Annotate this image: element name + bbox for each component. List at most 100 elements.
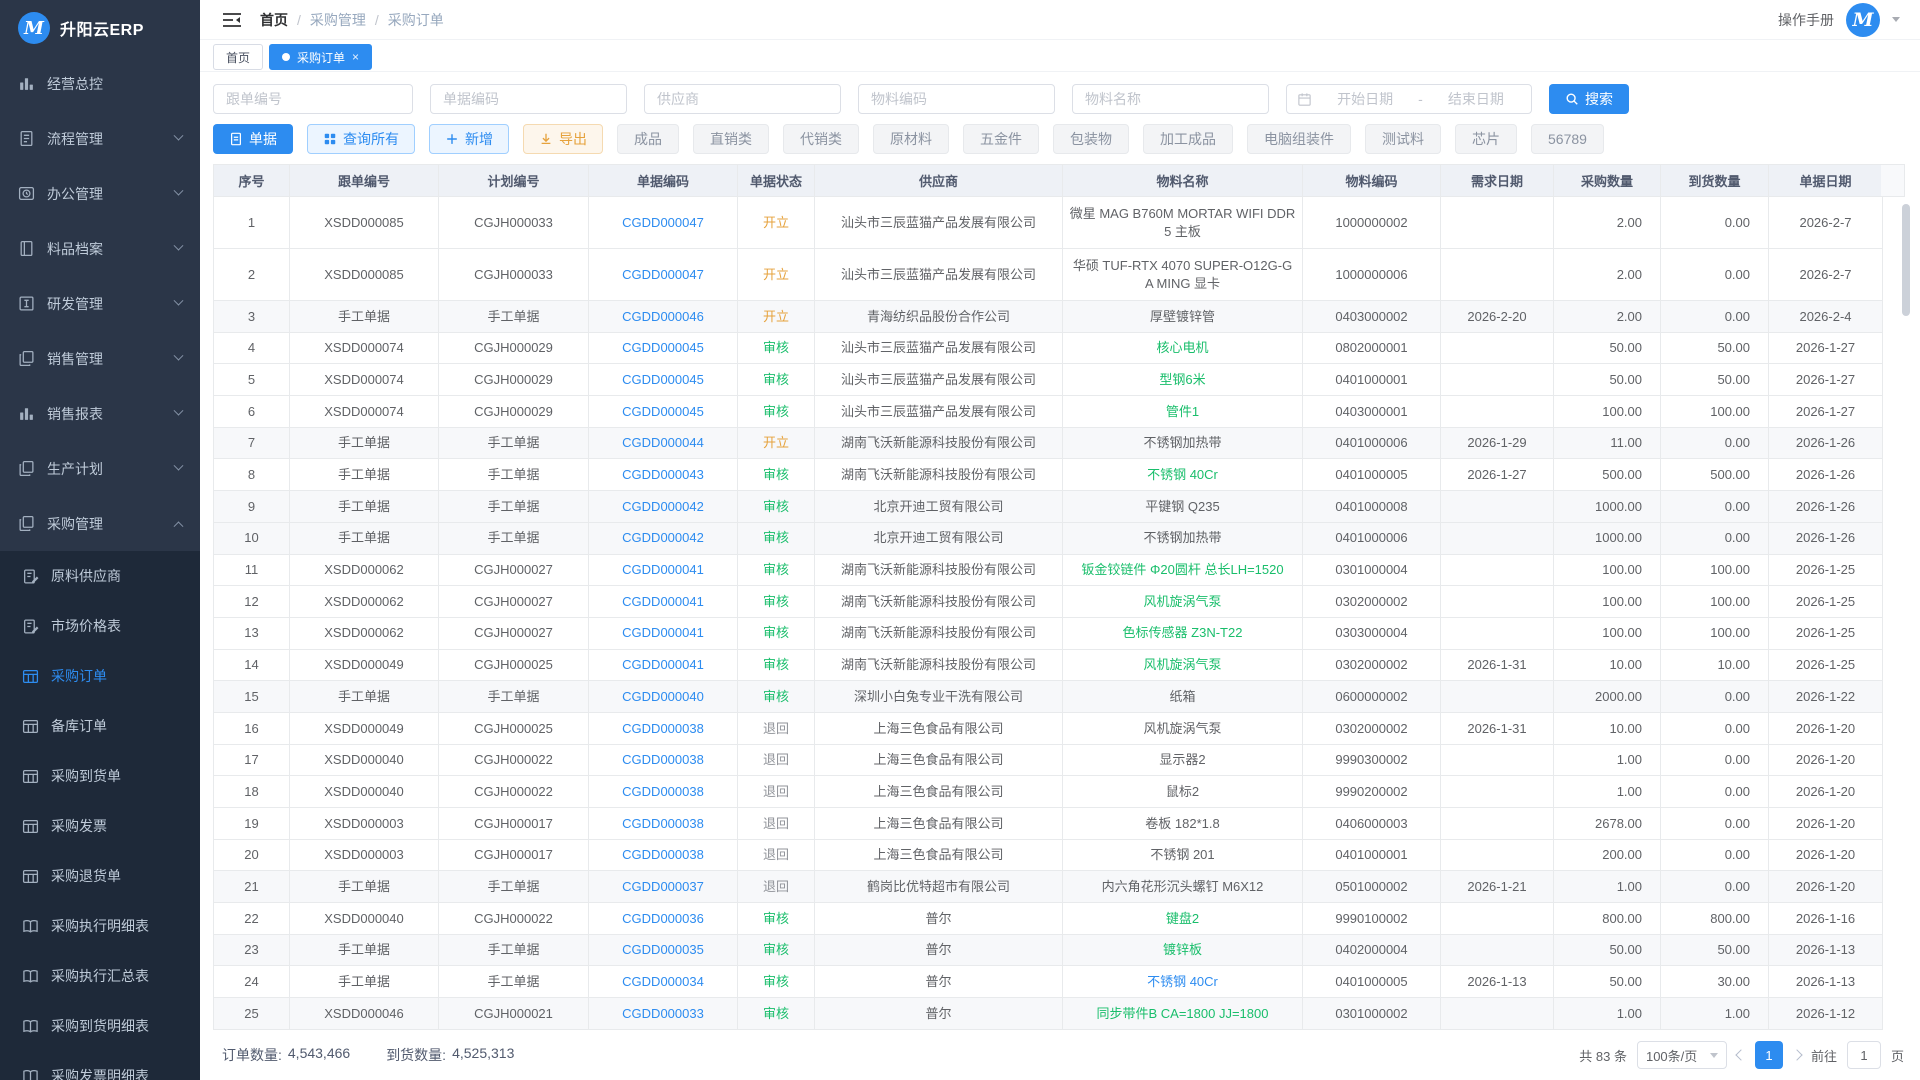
- cell-doc-date: 2026-1-27: [1769, 364, 1883, 396]
- doc-code-link[interactable]: CGDD000040: [622, 689, 704, 704]
- export-button[interactable]: 导出: [523, 124, 603, 154]
- user-avatar[interactable]: M: [1846, 3, 1880, 37]
- sidebar-item-sales-report[interactable]: 销售报表: [0, 386, 200, 441]
- sidebar-item-purchase-exec-summary[interactable]: 采购执行汇总表: [0, 951, 200, 1001]
- doc-code-link[interactable]: CGDD000043: [622, 467, 704, 482]
- doc-code-link[interactable]: CGDD000047: [622, 267, 704, 282]
- sidebar-item-purchase-return[interactable]: 采购退货单: [0, 851, 200, 901]
- material-name-link[interactable]: 钣金铰链件 Φ20圆杆 总长LH=1520: [1081, 562, 1283, 577]
- goto-page-input[interactable]: [1847, 1041, 1881, 1069]
- category-chip-电脑组装件[interactable]: 电脑组装件: [1247, 124, 1351, 154]
- doc-code-link[interactable]: CGDD000033: [622, 1006, 704, 1021]
- category-chip-加工成品[interactable]: 加工成品: [1143, 124, 1233, 154]
- tab-首页[interactable]: 首页: [213, 44, 263, 70]
- doc-code-link[interactable]: CGDD000041: [622, 625, 704, 640]
- menu-fold-icon[interactable]: [222, 12, 242, 28]
- doc-code-link[interactable]: CGDD000041: [622, 562, 704, 577]
- doc-code-link[interactable]: CGDD000038: [622, 721, 704, 736]
- breadcrumb-item[interactable]: 采购管理: [310, 10, 366, 30]
- doc-code-link[interactable]: CGDD000036: [622, 911, 704, 926]
- category-chip-五金件[interactable]: 五金件: [963, 124, 1039, 154]
- table-scrollbar[interactable]: [1902, 204, 1910, 316]
- query-all-button[interactable]: 查询所有: [307, 124, 415, 154]
- category-chip-测试料[interactable]: 测试料: [1365, 124, 1441, 154]
- sidebar-item-purchase-invoice-detail[interactable]: 采购发票明细表: [0, 1051, 200, 1080]
- doc-code-input[interactable]: [430, 84, 627, 114]
- doc-code-link[interactable]: CGDD000034: [622, 974, 704, 989]
- category-chip-代销类[interactable]: 代销类: [783, 124, 859, 154]
- supplier-input[interactable]: [644, 84, 841, 114]
- material-name-link[interactable]: 键盘2: [1166, 911, 1199, 926]
- sidebar-item-raw-material-supplier[interactable]: 原料供应商: [0, 551, 200, 601]
- sidebar-item-stock-order[interactable]: 备库订单: [0, 701, 200, 751]
- prev-page-button[interactable]: [1735, 1049, 1746, 1060]
- doc-code-link[interactable]: CGDD000042: [622, 499, 704, 514]
- cell-status: 审核: [738, 966, 815, 998]
- material-name-link[interactable]: 型钢6米: [1159, 372, 1205, 387]
- doc-code-link[interactable]: CGDD000042: [622, 530, 704, 545]
- doc-code-link[interactable]: CGDD000038: [622, 784, 704, 799]
- tab-close-icon[interactable]: ×: [352, 51, 359, 63]
- sidebar-item-purchase-mgmt[interactable]: 采购管理: [0, 496, 200, 551]
- sidebar-item-purchase-arrival-detail[interactable]: 采购到货明细表: [0, 1001, 200, 1051]
- track-no-input[interactable]: [213, 84, 413, 114]
- doc-code-link[interactable]: CGDD000038: [622, 816, 704, 831]
- sidebar-item-purchase-arrival[interactable]: 采购到货单: [0, 751, 200, 801]
- cell-supplier: 湖南飞沃新能源科技股份有限公司: [815, 586, 1063, 618]
- material-name-link[interactable]: 管件1: [1166, 404, 1199, 419]
- cell-doc-code: CGDD000038: [589, 839, 738, 871]
- category-chip-成品[interactable]: 成品: [617, 124, 679, 154]
- material-name-link[interactable]: 镀锌板: [1163, 942, 1202, 957]
- doc-code-link[interactable]: CGDD000038: [622, 752, 704, 767]
- date-range-picker[interactable]: 开始日期-结束日期: [1286, 84, 1532, 114]
- category-chip-包装物[interactable]: 包装物: [1053, 124, 1129, 154]
- doc-code-link[interactable]: CGDD000045: [622, 340, 704, 355]
- sidebar-item-material-archive[interactable]: 料品档案: [0, 221, 200, 276]
- doc-code-link[interactable]: CGDD000045: [622, 404, 704, 419]
- doc-code-link[interactable]: CGDD000038: [622, 847, 704, 862]
- current-page-button[interactable]: 1: [1755, 1041, 1783, 1069]
- sidebar-item-market-price-list[interactable]: 市场价格表: [0, 601, 200, 651]
- material-name-link[interactable]: 不锈钢 40Cr: [1147, 467, 1218, 482]
- user-caret-icon[interactable]: [1892, 17, 1900, 22]
- doc-code-link[interactable]: CGDD000045: [622, 372, 704, 387]
- breadcrumb-item[interactable]: 采购订单: [388, 10, 444, 30]
- doc-code-link[interactable]: CGDD000035: [622, 942, 704, 957]
- category-chip-芯片[interactable]: 芯片: [1455, 124, 1517, 154]
- sidebar-item-purchase-invoice[interactable]: 采购发票: [0, 801, 200, 851]
- material-name-input[interactable]: [1072, 84, 1269, 114]
- category-chip-原材料[interactable]: 原材料: [873, 124, 949, 154]
- material-name-link[interactable]: 风机旋涡气泵: [1143, 594, 1221, 609]
- doc-code-link[interactable]: CGDD000041: [622, 594, 704, 609]
- sidebar-item-purchase-exec-detail[interactable]: 采购执行明细表: [0, 901, 200, 951]
- sidebar-item-rd-mgmt[interactable]: 研发管理: [0, 276, 200, 331]
- breadcrumb-item[interactable]: 首页: [260, 10, 288, 30]
- material-name-link[interactable]: 核心电机: [1156, 340, 1208, 355]
- category-chip-直销类[interactable]: 直销类: [693, 124, 769, 154]
- material-code-input[interactable]: [858, 84, 1055, 114]
- tab-采购订单[interactable]: 采购订单×: [269, 44, 372, 70]
- sidebar-item-production-plan[interactable]: 生产计划: [0, 441, 200, 496]
- page-size-select[interactable]: 100条/页: [1637, 1041, 1727, 1069]
- manual-link[interactable]: 操作手册: [1778, 10, 1834, 30]
- sidebar-item-process-mgmt[interactable]: 流程管理: [0, 111, 200, 166]
- sidebar-item-office-mgmt[interactable]: 办公管理: [0, 166, 200, 221]
- material-name-link[interactable]: 风机旋涡气泵: [1143, 657, 1221, 672]
- table-row: 12XSDD000062CGJH000027CGDD000041审核湖南飞沃新能…: [214, 586, 1883, 618]
- category-chip-56789[interactable]: 56789: [1531, 124, 1604, 154]
- doc-code-link[interactable]: CGDD000046: [622, 309, 704, 324]
- search-button[interactable]: 搜索: [1549, 84, 1629, 114]
- doc-code-link[interactable]: CGDD000041: [622, 657, 704, 672]
- material-name-link[interactable]: 不锈钢 40Cr: [1147, 974, 1218, 989]
- doc-code-link[interactable]: CGDD000037: [622, 879, 704, 894]
- doc-code-link[interactable]: CGDD000047: [622, 215, 704, 230]
- document-button[interactable]: 单据: [213, 124, 293, 154]
- next-page-button[interactable]: [1791, 1049, 1802, 1060]
- doc-code-link[interactable]: CGDD000044: [622, 435, 704, 450]
- sidebar-item-sales-mgmt[interactable]: 销售管理: [0, 331, 200, 386]
- material-name-link[interactable]: 色标传感器 Z3N-T22: [1123, 625, 1243, 640]
- sidebar-item-purchase-order[interactable]: 采购订单: [0, 651, 200, 701]
- add-button[interactable]: 新增: [429, 124, 509, 154]
- material-name-link[interactable]: 同步带件B CA=1800 JJ=1800: [1097, 1006, 1269, 1021]
- sidebar-item-business-overview[interactable]: 经营总控: [0, 56, 200, 111]
